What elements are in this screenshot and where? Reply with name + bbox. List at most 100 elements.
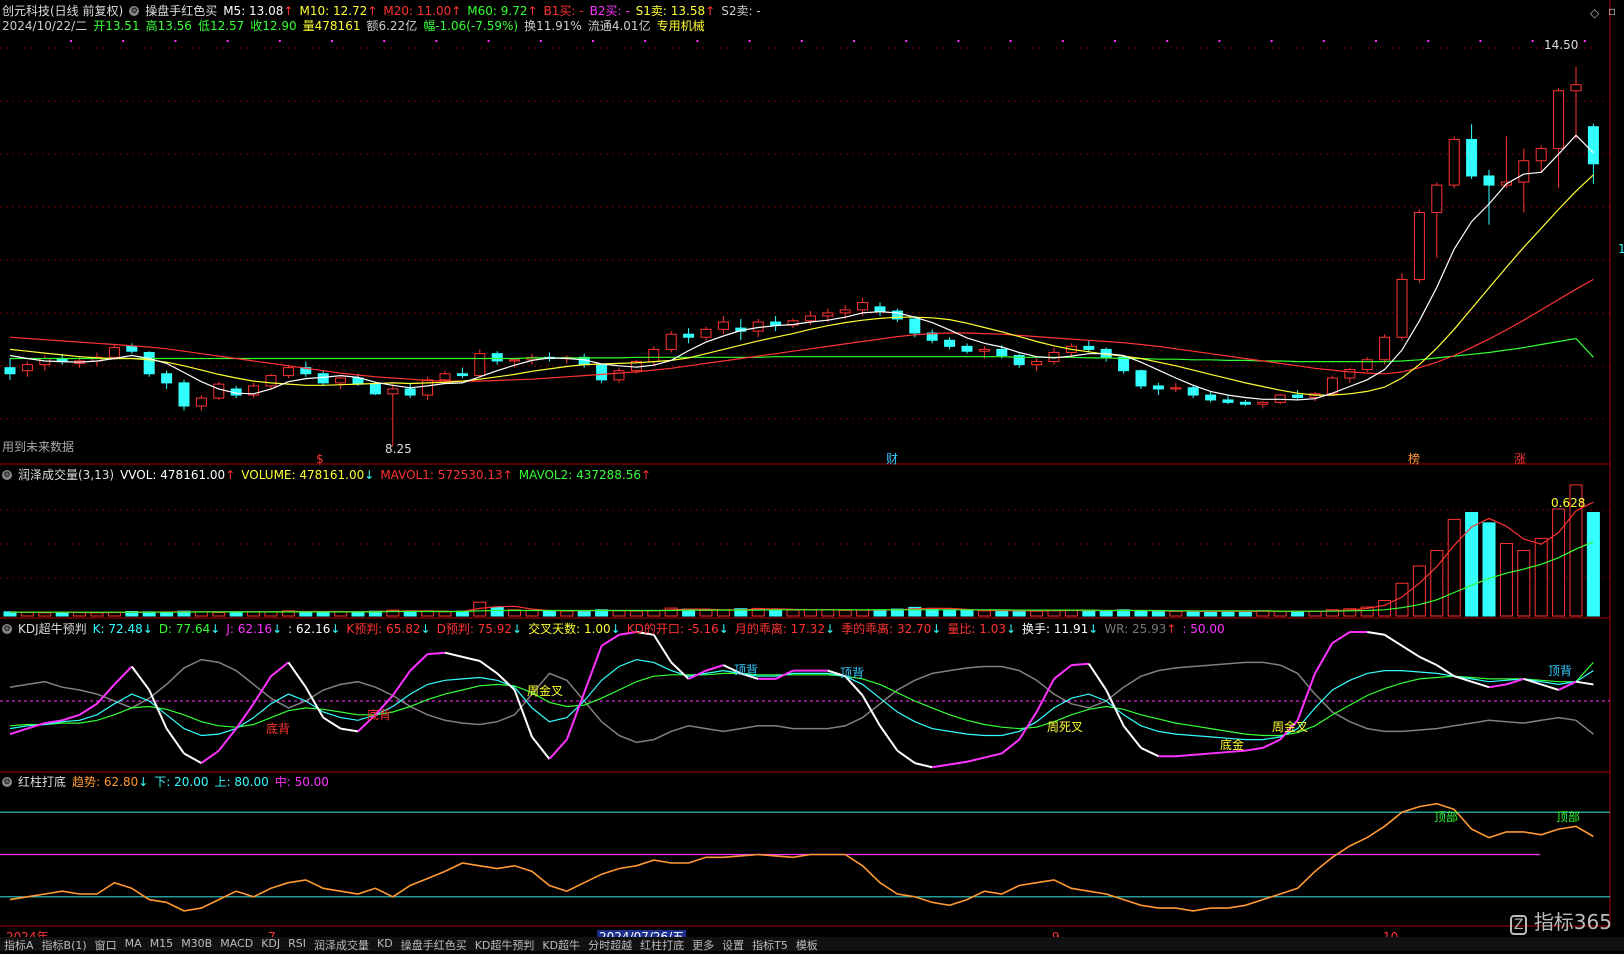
formula-name[interactable]: 操盘手红色买	[145, 4, 217, 18]
vol-bar-46	[803, 609, 817, 617]
kdj-values: K: 72.48 ↓ D: 77.64 ↓ J: 62.16 ↓: 62.16 ↓ K预判: …	[93, 622, 1225, 636]
candle-body-85	[1483, 175, 1495, 186]
vol-bar-69	[1204, 611, 1218, 617]
kdj-arrow-icon-10: ↓	[1005, 622, 1017, 636]
event-dollar-marker[interactable]: $	[316, 452, 324, 466]
candle-body-67	[1170, 387, 1182, 390]
kdj-j-seg-65	[1122, 725, 1142, 749]
candle-body-18	[317, 373, 329, 384]
candle-body-22	[387, 388, 399, 395]
kdj-j-seg-62	[1071, 662, 1089, 667]
indicator-tab-13[interactable]: KD超牛	[542, 937, 580, 952]
formula-settings-icon[interactable]: ⚙	[129, 6, 140, 16]
kdj-signal-label-3: 周金叉	[527, 684, 564, 698]
indicator-tab-19[interactable]: 模板	[796, 937, 818, 952]
kdj-arrow-icon-4: ↓	[420, 622, 431, 636]
ma-arrow-icon-0: ↑	[283, 4, 294, 18]
indicator-tab-12[interactable]: KD超牛预判	[475, 937, 535, 952]
vol-bar-67	[1169, 611, 1183, 617]
candle-body-52	[909, 318, 921, 334]
vol-bar-89	[1552, 508, 1566, 617]
signal-dot-87	[1583, 40, 1586, 42]
brand-logo-icon: Z	[1509, 915, 1528, 935]
ma-value-5: B2买: -	[589, 4, 630, 18]
kdj-j-seg-20	[340, 727, 359, 733]
quote-field-6: 额6.22亿	[366, 19, 418, 33]
vol-bar-74	[1291, 610, 1305, 617]
candle-body-80	[1396, 278, 1408, 338]
kdj-j-seg-63	[1087, 663, 1108, 691]
ma-arrow-icon-6: ↑	[705, 4, 716, 18]
vol-bar-24	[421, 611, 435, 617]
kdj-j-seg-17	[287, 661, 307, 688]
event-zhang-marker[interactable]: 涨	[1514, 452, 1526, 466]
signal-dot-78	[1427, 40, 1430, 42]
candle-body-23	[404, 388, 416, 396]
kdj-j-seg-52	[896, 749, 916, 764]
candle-body-12	[213, 383, 225, 399]
kdj-title[interactable]: KDJ超牛预判	[18, 622, 87, 636]
indicator-tab-10[interactable]: KD	[377, 937, 393, 951]
event-cai-marker[interactable]: 财	[886, 452, 898, 466]
candle-body-59	[1031, 361, 1043, 366]
ma-value-7: S2卖: -	[721, 4, 761, 18]
kdj-value-3: : 62.16	[288, 622, 331, 636]
vol-bar-36	[629, 610, 643, 617]
indicator-tab-17[interactable]: 设置	[722, 937, 744, 952]
indicator-tab-2[interactable]: 窗口	[95, 937, 117, 952]
indicator-tab-1[interactable]: 指标B(1)	[42, 937, 87, 952]
volume-settings-icon[interactable]: ⚙	[2, 470, 12, 480]
kdj-arrow-icon-6: ↓	[610, 622, 621, 636]
indicator-tab-9[interactable]: 润泽成交量	[314, 937, 369, 952]
trend-settings-icon[interactable]: ⚙	[2, 777, 12, 787]
indicator-tab-14[interactable]: 分时超越	[588, 937, 632, 952]
volume-title[interactable]: 润泽成交量(3,13)	[18, 468, 114, 482]
window-restore-icon[interactable]: ▫	[1608, 4, 1616, 18]
indicator-tab-4[interactable]: M15	[150, 937, 174, 951]
kdj-arrow-icon-5: ↓	[512, 622, 523, 636]
kdj-signal-label-7: 底背	[367, 708, 392, 722]
quote-line: 2024/10/22/二 开13.51 高13.56 低12.57 收12.90 量478…	[2, 19, 705, 33]
signal-dot-51	[957, 40, 960, 42]
volume-max-label: 0.628	[1551, 496, 1586, 510]
vol-bar-70	[1221, 610, 1235, 617]
trend-title[interactable]: 红柱打底	[18, 775, 66, 789]
mavol2-line	[10, 541, 1594, 613]
kdj-j-seg-38	[652, 634, 673, 663]
indicator-tab-6[interactable]: MACD	[220, 937, 253, 951]
candle-body-34	[596, 364, 608, 381]
indicator-tab-3[interactable]: MA	[125, 937, 142, 951]
chart-stage: 创元科技(日线 前复权) ⚙ 操盘手红色买 M5: 13.08 ↑ M10: 12.…	[0, 0, 1624, 952]
vol-bar-57	[995, 609, 1009, 617]
indicator-tab-16[interactable]: 更多	[692, 937, 714, 952]
indicator-tab-15[interactable]: 红柱打底	[640, 937, 684, 952]
signal-dot-39	[748, 40, 751, 42]
indicator-tab-7[interactable]: KDJ	[261, 937, 280, 951]
event-bang-marker[interactable]: 榜	[1408, 452, 1420, 466]
kdj-j-seg-28	[479, 660, 498, 675]
vol-bar-48	[838, 609, 852, 617]
candle-body-50	[874, 306, 886, 312]
window-diamond-icon[interactable]: ◇	[1590, 6, 1599, 20]
trend-values: 趋势: 62.80 ↓ 下: 20.00 上: 80.00 中: 50.00	[72, 775, 329, 789]
indicator-tab-5[interactable]: M30B	[181, 937, 212, 951]
vol-bar-41	[716, 609, 730, 617]
candle-body-66	[1152, 385, 1164, 390]
quote-field-8: 换11.91%	[524, 19, 582, 33]
candle-body-70	[1222, 399, 1234, 403]
candle-body-28	[491, 353, 503, 362]
kdj-j-seg-56	[966, 756, 985, 763]
kdj-settings-icon[interactable]: ⚙	[2, 624, 12, 634]
indicator-tab-11[interactable]: 操盘手红色买	[401, 937, 467, 952]
ma-value-0: M5: 13.08	[223, 4, 284, 18]
volume-header: ⚙ 润泽成交量(3,13) VVOL: 478161.00 ↑ VOLUME: 47…	[2, 468, 651, 482]
kdj-arrow-icon-0: ↓	[142, 622, 153, 636]
indicator-tab-0[interactable]: 指标A	[4, 937, 34, 952]
stock-name[interactable]: 创元科技(日线 前复权)	[2, 4, 123, 18]
trend-value-3: 中: 50.00	[274, 775, 329, 789]
candle-body-44	[770, 321, 782, 326]
indicator-tab-8[interactable]: RSI	[288, 937, 306, 951]
kdj-j-seg-12	[200, 749, 220, 764]
quote-field-0: 2024/10/22/二	[2, 19, 88, 33]
indicator-tab-18[interactable]: 指标T5	[752, 937, 788, 952]
